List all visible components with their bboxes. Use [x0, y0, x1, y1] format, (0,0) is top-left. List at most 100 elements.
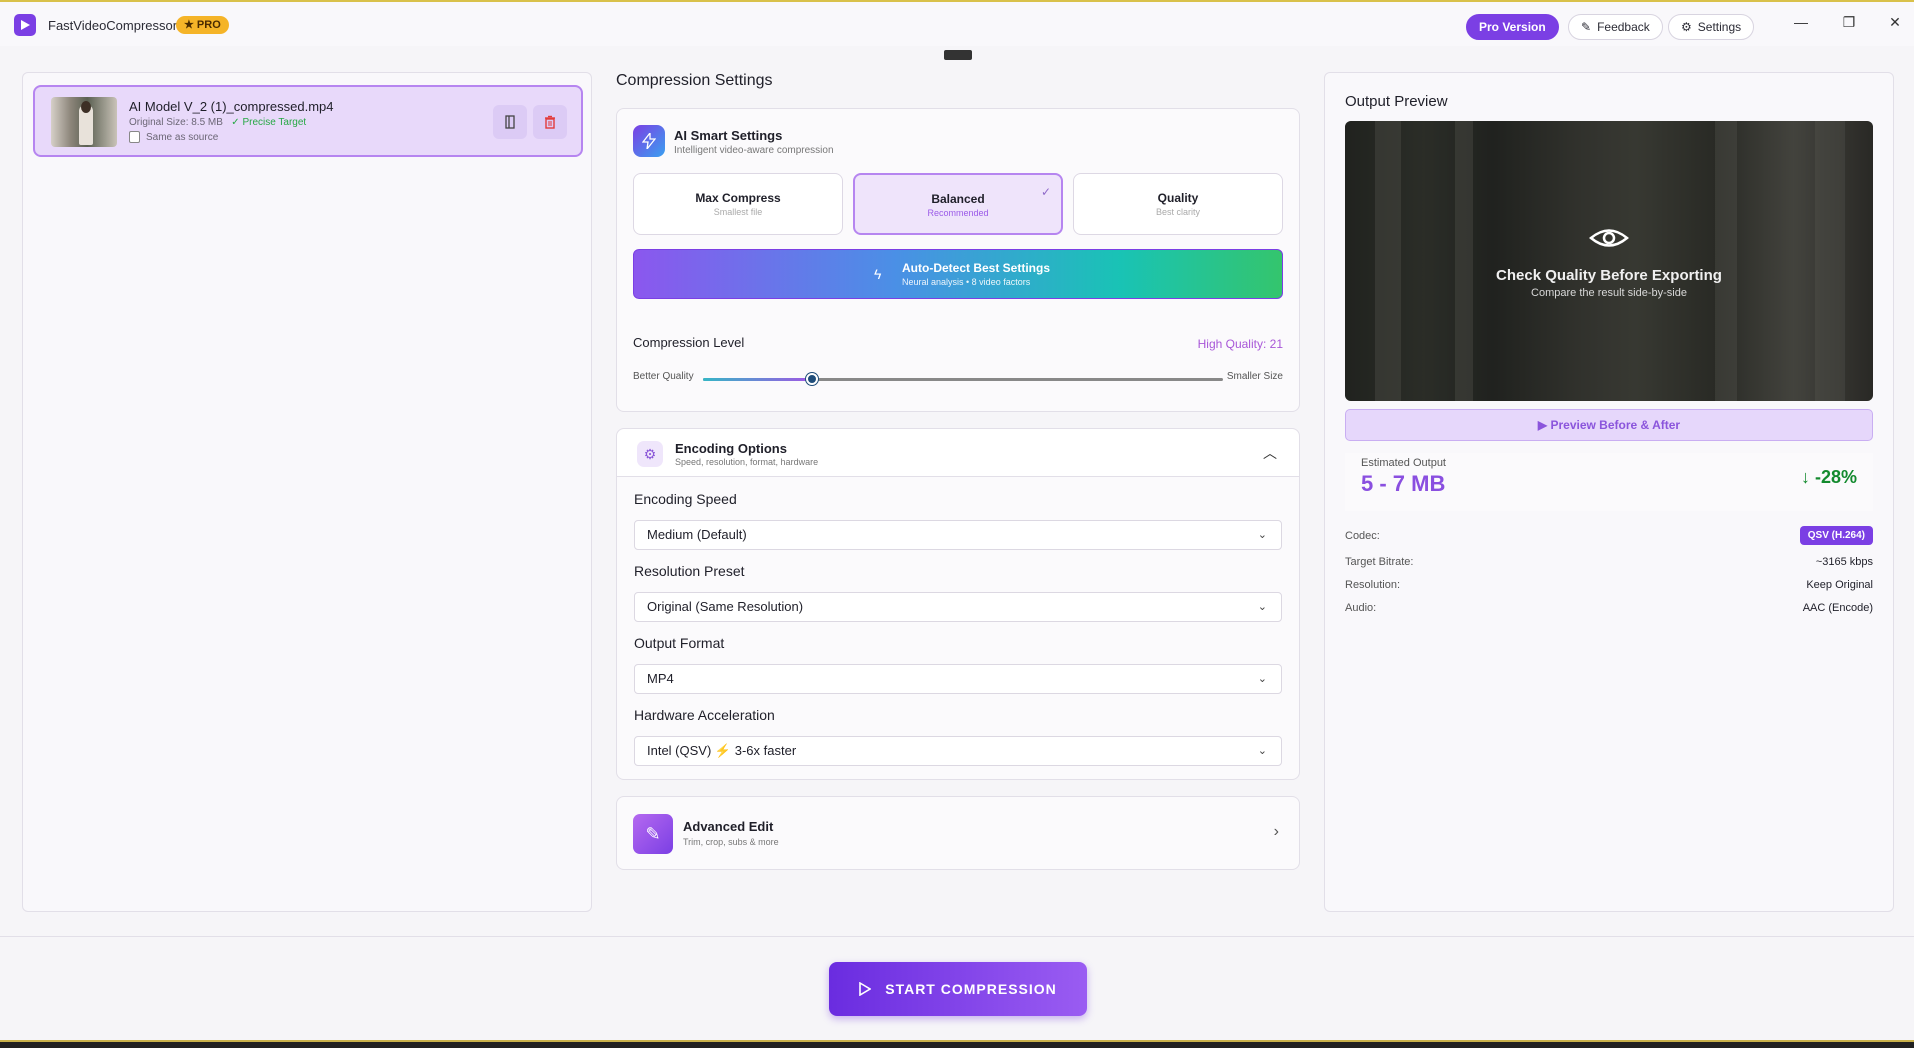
compression-level-value: High Quality: 21: [1197, 337, 1283, 351]
settings-button[interactable]: ⚙ Settings: [1668, 14, 1755, 40]
pro-version-label: Pro Version: [1479, 20, 1546, 34]
chevron-down-icon: ⌄: [1257, 745, 1267, 757]
pencil-icon: ✎: [1581, 20, 1592, 34]
advanced-edit-subtitle: Trim, crop, subs & more: [683, 837, 779, 847]
pro-badge: ★ PRO: [176, 16, 229, 34]
file-size-label: Original Size:: [129, 117, 189, 128]
mode-max-compress[interactable]: Max Compress Smallest file: [633, 173, 843, 235]
output-format-label: Output Format: [634, 635, 725, 651]
compression-settings-title: Compression Settings: [616, 72, 773, 89]
codec-label: Codec:: [1345, 530, 1380, 542]
auto-detect-title: Auto-Detect Best Settings: [902, 261, 1051, 275]
encoding-options-card: ⚙ Encoding Options Speed, resolution, fo…: [616, 428, 1300, 780]
codec-badge: QSV (H.264): [1799, 526, 1873, 545]
audio-value: AAC (Encode): [1802, 602, 1873, 614]
mode-subtitle: Best clarity: [1155, 207, 1200, 217]
file-thumbnail: [51, 97, 117, 147]
output-format-select[interactable]: MP4 ⌄: [634, 664, 1282, 694]
auto-detect-subtitle: Neural analysis • 8 video factors: [902, 277, 1031, 287]
resolution-preset-label: Resolution Preset: [634, 563, 745, 579]
file-size-row: Original Size: 8.5 MB ✓ Precise Target: [129, 117, 306, 128]
resolution-label: Resolution:: [1345, 579, 1401, 591]
size-reduction-value: ↓ -28%: [1800, 467, 1857, 487]
encoding-options-subtitle: Speed, resolution, format, hardware: [675, 457, 819, 467]
app-logo-icon: [14, 14, 36, 36]
mode-subtitle: Recommended: [927, 208, 989, 218]
video-preview[interactable]: Check Quality Before Exporting Compare t…: [1345, 121, 1873, 401]
encoding-options-header[interactable]: ⚙ Encoding Options Speed, resolution, fo…: [617, 429, 1299, 477]
same-as-source-row[interactable]: Same as source: [129, 131, 218, 143]
gear-icon: ⚙: [1681, 20, 1692, 34]
delete-file-button[interactable]: [533, 105, 567, 139]
preview-before-after-button[interactable]: ▶ Preview Before & After: [1345, 409, 1873, 441]
bookmark-icon: [505, 115, 515, 129]
estimated-output-box: Estimated Output 5 - 7 MB ↓ -28%: [1345, 453, 1873, 511]
file-list-panel: AI Model V_2 (1)_compressed.mp4 Original…: [22, 72, 592, 912]
chevron-down-icon: ⌄: [1257, 601, 1267, 613]
panel-drag-handle[interactable]: [944, 50, 972, 60]
hardware-acceleration-select[interactable]: Intel (QSV) ⚡ 3-6x faster ⌄: [634, 736, 1282, 766]
advanced-edit-title: Advanced Edit: [683, 819, 774, 834]
file-card[interactable]: AI Model V_2 (1)_compressed.mp4 Original…: [33, 85, 583, 157]
lightning-icon: ⚡: [714, 743, 732, 758]
trash-icon: [545, 115, 555, 129]
file-size: 8.5 MB: [191, 117, 223, 128]
start-compression-label: START COMPRESSION: [885, 981, 1057, 997]
encoding-speed-select[interactable]: Medium (Default) ⌄: [634, 520, 1282, 550]
compression-level-slider[interactable]: [703, 373, 1223, 385]
resolution-preset-select[interactable]: Original (Same Resolution) ⌄: [634, 592, 1282, 622]
mode-subtitle: Smallest file: [713, 207, 763, 217]
mode-quality[interactable]: Quality Best clarity: [1073, 173, 1283, 235]
chevron-down-icon: ⌄: [1257, 529, 1267, 541]
same-as-source-label: Same as source: [146, 131, 219, 143]
ai-smart-settings-title: AI Smart Settings: [674, 128, 783, 143]
audio-row: Audio: AAC (Encode): [1345, 602, 1873, 620]
feedback-label: Feedback: [1597, 20, 1650, 34]
bitrate-row: Target Bitrate: ~3165 kbps: [1345, 556, 1873, 574]
check-icon: ✓: [1040, 185, 1051, 199]
chevron-down-icon: ⌄: [1257, 673, 1267, 685]
mode-title: Max Compress: [695, 191, 781, 205]
slider-left-label: Better Quality: [633, 371, 694, 382]
minimize-button[interactable]: —: [1786, 10, 1816, 34]
play-icon: [859, 982, 872, 996]
advanced-edit-card[interactable]: ✎ Advanced Edit Trim, crop, subs & more …: [616, 796, 1300, 870]
output-preview-panel: Output Preview Check Quality Before Expo…: [1324, 72, 1894, 912]
lightning-icon: ϟ: [874, 266, 882, 282]
encoding-speed-value: Medium (Default): [647, 527, 747, 542]
same-as-source-checkbox[interactable]: [129, 131, 140, 143]
output-format-value: MP4: [647, 671, 674, 686]
mode-title: Balanced: [931, 192, 985, 206]
settings-label: Settings: [1697, 20, 1742, 34]
slider-fill: [703, 378, 813, 381]
resolution-value: Keep Original: [1806, 579, 1873, 591]
maximize-button[interactable]: ❐: [1834, 10, 1864, 34]
bitrate-label: Target Bitrate:: [1345, 556, 1414, 568]
taskbar: [0, 1040, 1914, 1048]
app-title: FastVideoCompressor: [48, 18, 178, 33]
pencil-icon: ✎: [633, 814, 673, 854]
audio-label: Audio:: [1345, 602, 1377, 614]
file-info-button[interactable]: [493, 105, 527, 139]
chevron-up-icon[interactable]: ︿: [1263, 443, 1277, 463]
encoding-speed-label: Encoding Speed: [634, 491, 737, 507]
pro-version-button[interactable]: Pro Version: [1466, 14, 1559, 40]
mode-title: Quality: [1157, 191, 1199, 205]
preview-title: Check Quality Before Exporting: [1496, 267, 1722, 284]
resolution-preset-value: Original (Same Resolution): [647, 599, 804, 614]
hardware-acceleration-speed: 3-6x faster: [734, 743, 797, 758]
start-compression-button[interactable]: START COMPRESSION: [829, 962, 1087, 1016]
slider-thumb[interactable]: [806, 373, 819, 385]
close-button[interactable]: ✕: [1880, 10, 1910, 34]
bitrate-value: ~3165 kbps: [1815, 556, 1873, 568]
hardware-acceleration-label: Hardware Acceleration: [634, 707, 775, 723]
file-name: AI Model V_2 (1)_compressed.mp4: [129, 99, 334, 114]
title-bar: FastVideoCompressor ★ PRO Pro Version ✎ …: [0, 0, 1914, 46]
feedback-button[interactable]: ✎ Feedback: [1568, 14, 1663, 40]
codec-row: Codec: QSV (H.264): [1345, 526, 1873, 548]
slider-right-label: Smaller Size: [1226, 371, 1283, 382]
auto-detect-button[interactable]: ϟ Auto-Detect Best Settings Neural analy…: [633, 249, 1283, 299]
precise-target-badge: ✓ Precise Target: [231, 117, 307, 128]
hardware-acceleration-value: Intel (QSV): [647, 743, 712, 758]
mode-balanced[interactable]: ✓ Balanced Recommended: [853, 173, 1063, 235]
